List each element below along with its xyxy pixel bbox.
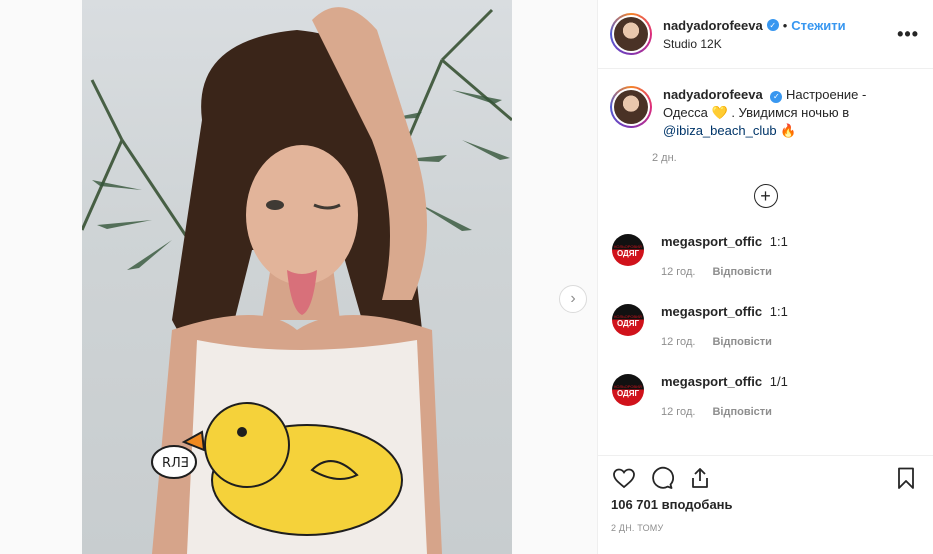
comment-text: 1:1	[769, 234, 788, 249]
commenter-avatar[interactable]: КОЛЬОРОВИЙ ОДЯГ	[612, 374, 644, 406]
caption-text-2: . Увидимся ночью в	[731, 105, 850, 120]
caption-time: 2 дн.	[652, 152, 677, 164]
commenter-avatar-label-bottom: ОДЯГ	[616, 249, 640, 258]
caption: nadyadorofeeva ✓ Настроение - Одесса 💛 .…	[598, 70, 933, 164]
comment-username[interactable]: megasport_offic	[661, 374, 762, 389]
reply-button[interactable]: Відповісти	[712, 266, 771, 278]
comment-icon[interactable]	[649, 465, 675, 491]
follow-button[interactable]: Стежити	[791, 18, 845, 33]
plus-circle-icon: +	[760, 186, 771, 206]
comment-username[interactable]: megasport_offic	[661, 234, 762, 249]
bookmark-icon[interactable]	[893, 465, 919, 491]
separator-dot: •	[782, 17, 788, 33]
author-username[interactable]: nadyadorofeeva	[663, 18, 763, 33]
comment-time[interactable]: 12 год.	[661, 406, 695, 418]
commenter-avatar[interactable]: КОЛЬОРОВИЙ ОДЯГ	[612, 304, 644, 336]
post-image: RЛƎ	[82, 7, 512, 554]
commenter-avatar-label-bottom: ОДЯГ	[616, 389, 640, 398]
comment-username[interactable]: megasport_offic	[661, 304, 762, 319]
commenter-avatar-label-bottom: ОДЯГ	[616, 319, 640, 328]
yellow-heart-emoji: 💛	[711, 105, 728, 120]
verified-badge-icon: ✓	[770, 91, 783, 103]
comment-item: КОЛЬОРОВИЙ ОДЯГ megasport_offic 1:1 12 г…	[598, 234, 933, 278]
share-icon[interactable]	[687, 465, 713, 491]
next-photo-button[interactable]: ›	[559, 285, 587, 313]
likes-count[interactable]: 106 701 вподобань	[611, 497, 919, 512]
author-avatar[interactable]	[610, 13, 652, 55]
comment-text: 1:1	[769, 304, 788, 319]
commenter-avatar[interactable]: КОЛЬОРОВИЙ ОДЯГ	[612, 234, 644, 266]
comment-item: КОЛЬОРОВИЙ ОДЯГ megasport_offic 1/1 12 г…	[598, 374, 933, 418]
location-link[interactable]: Studio 12K	[663, 37, 897, 51]
reply-button[interactable]: Відповісти	[712, 336, 771, 348]
caption-mention-link[interactable]: @ibiza_beach_club	[663, 123, 777, 138]
comment-text: 1/1	[769, 374, 788, 389]
caption-avatar[interactable]	[610, 86, 652, 128]
comment-time[interactable]: 12 год.	[661, 266, 695, 278]
fire-emoji: 🔥	[780, 123, 797, 138]
comment-item: КОЛЬОРОВИЙ ОДЯГ megasport_offic 1:1 12 г…	[598, 304, 933, 348]
post-photo[interactable]: RЛƎ	[82, 0, 512, 554]
caption-username[interactable]: nadyadorofeeva	[663, 87, 763, 102]
post-actions: 106 701 вподобань 2 ДН. ТОМУ	[598, 455, 933, 533]
verified-badge-icon: ✓	[766, 19, 779, 31]
post-side-panel: nadyadorofeeva ✓ • Стежити Studio 12K ••…	[597, 0, 933, 554]
heart-icon[interactable]	[611, 465, 637, 491]
post-timestamp[interactable]: 2 ДН. ТОМУ	[611, 523, 919, 533]
comment-time[interactable]: 12 год.	[661, 336, 695, 348]
more-options-icon[interactable]: •••	[897, 24, 919, 45]
load-more-comments-button[interactable]: +	[753, 184, 778, 208]
post-header: nadyadorofeeva ✓ • Стежити Studio 12K ••…	[598, 0, 933, 69]
comments-list[interactable]: nadyadorofeeva ✓ Настроение - Одесса 💛 .…	[598, 70, 933, 455]
chevron-right-icon: ›	[570, 290, 576, 307]
svg-text:RЛƎ: RЛƎ	[162, 456, 189, 471]
reply-button[interactable]: Відповісти	[712, 406, 771, 418]
